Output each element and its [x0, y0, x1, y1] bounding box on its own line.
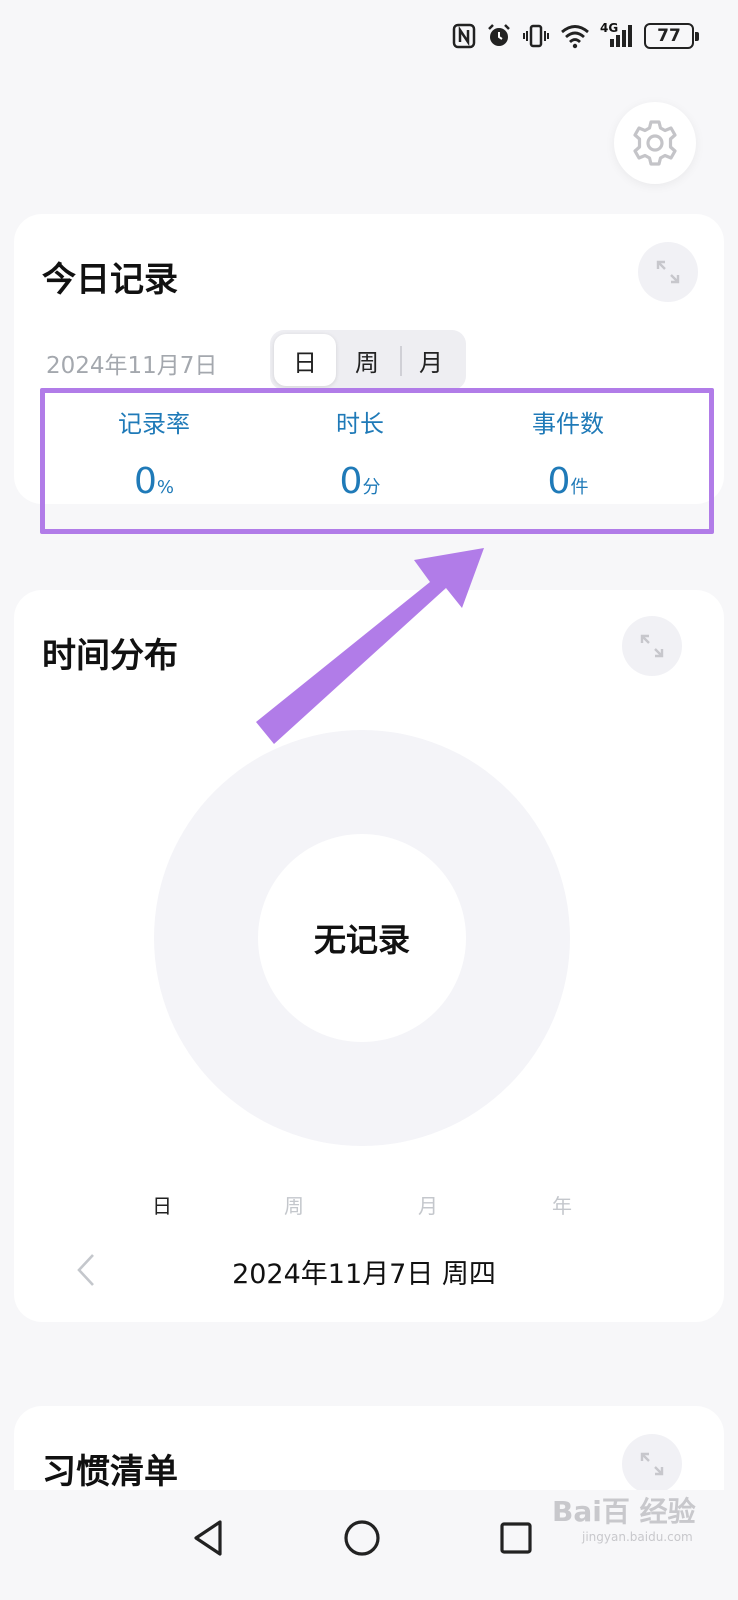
empty-record-label: 无记录 — [258, 834, 466, 1042]
time-distribution-card: 时间分布 无记录 日 周 月 年 2024年11月7日 周四 — [14, 590, 724, 1322]
expand-icon — [640, 634, 664, 658]
expand-distribution-button[interactable] — [622, 616, 682, 676]
range-tab-month[interactable]: 月 — [398, 1190, 458, 1219]
distribution-donut-chart: 无记录 — [154, 730, 570, 1146]
period-segmented-control: 日 周 月 — [270, 330, 466, 390]
segment-month[interactable]: 月 — [400, 334, 462, 386]
time-distribution-title: 时间分布 — [42, 636, 178, 676]
range-tab-year[interactable]: 年 — [532, 1190, 592, 1219]
home-circle-icon — [344, 1520, 380, 1556]
range-tab-week[interactable]: 周 — [264, 1190, 324, 1219]
distribution-date: 2024年11月7日 周四 — [232, 1259, 496, 1290]
watermark-text: Bai百 经验 — [552, 1495, 696, 1528]
status-bar: 4G 77 — [0, 0, 738, 72]
expand-icon — [656, 260, 680, 284]
back-button[interactable] — [178, 1508, 238, 1568]
alarm-icon — [488, 24, 510, 46]
recents-button[interactable] — [486, 1508, 546, 1568]
wifi-icon — [561, 25, 589, 49]
expand-icon — [640, 1452, 664, 1476]
gear-icon — [633, 120, 677, 166]
recents-square-icon — [500, 1522, 532, 1554]
habit-list-title: 习惯清单 — [42, 1452, 178, 1492]
vibrate-icon — [523, 24, 549, 48]
segment-week[interactable]: 周 — [336, 334, 398, 386]
range-tab-day[interactable]: 日 — [132, 1190, 192, 1219]
battery-level: 77 — [657, 26, 681, 46]
back-triangle-icon — [194, 1520, 222, 1556]
settings-button[interactable] — [614, 102, 696, 184]
home-button[interactable] — [332, 1508, 392, 1568]
today-date: 2024年11月7日 — [46, 353, 218, 379]
today-record-title: 今日记录 — [42, 260, 178, 300]
expand-today-button[interactable] — [638, 242, 698, 302]
battery-icon: 77 — [644, 23, 699, 49]
segment-day[interactable]: 日 — [274, 334, 336, 386]
nfc-icon — [452, 23, 476, 49]
signal-icon: 4G — [600, 21, 634, 49]
baidu-watermark: Bai百 经验 jingyan.baidu.com — [552, 1490, 732, 1550]
expand-habit-button[interactable] — [622, 1434, 682, 1494]
annotation-highlight-box — [40, 388, 714, 534]
watermark-sub: jingyan.baidu.com — [582, 1530, 693, 1544]
status-icons: 4G 77 — [452, 18, 699, 54]
